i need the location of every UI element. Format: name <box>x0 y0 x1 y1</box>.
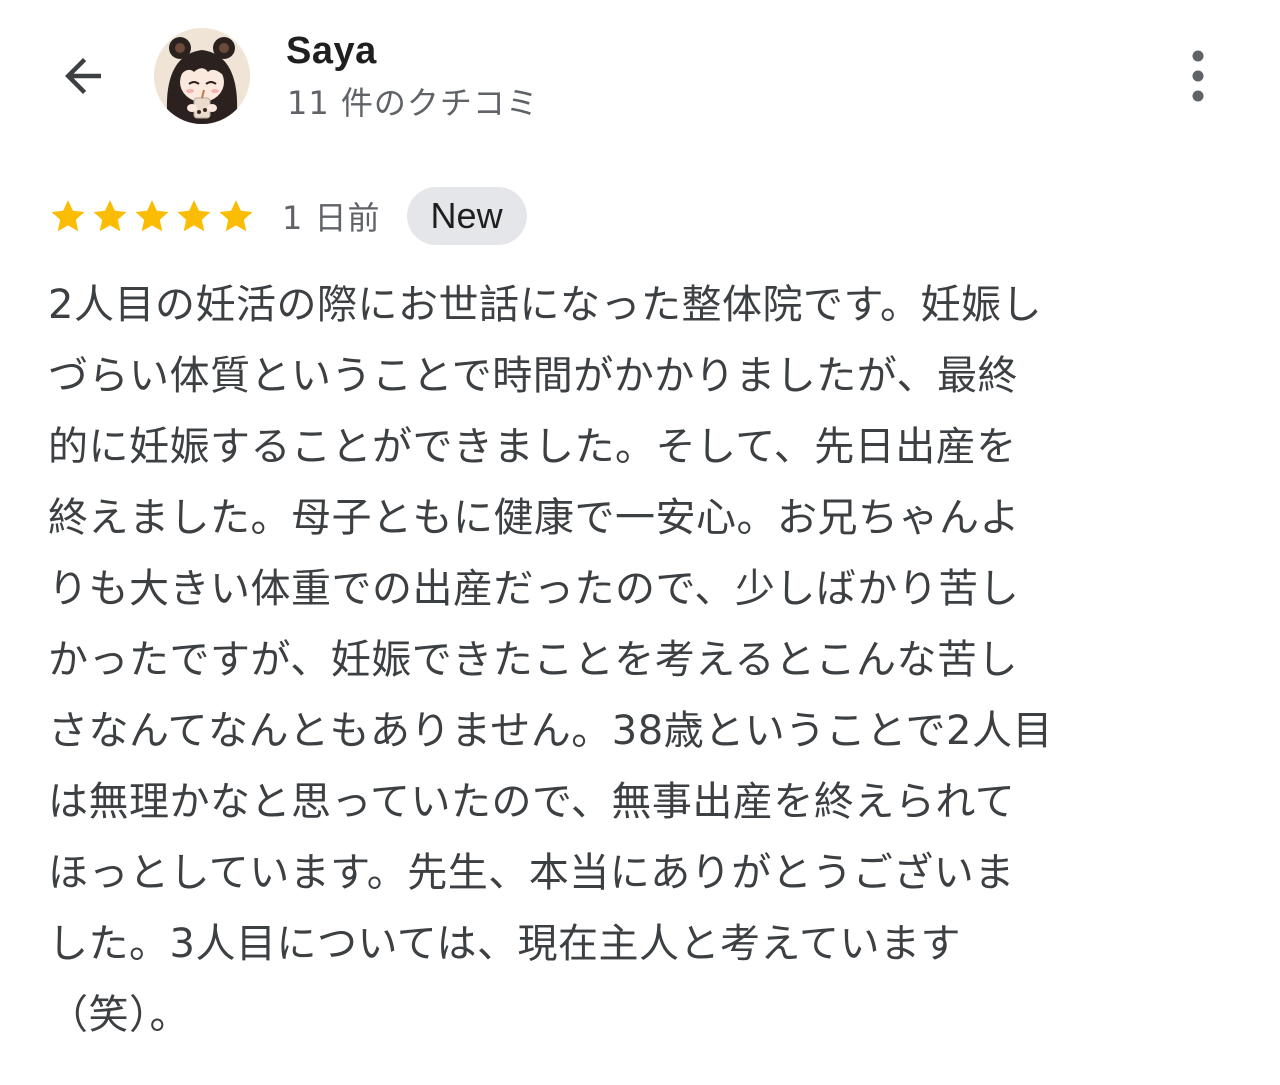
star-icon <box>51 200 85 232</box>
review-text-line: は無理かなと思っていたので、無事出産を終えられて <box>48 779 1016 825</box>
star-icon <box>93 200 127 232</box>
arrow-back-icon <box>65 58 101 94</box>
review-rating-row: 1 日前 New <box>48 186 527 246</box>
review-text: 2人目の妊活の際にお世話になった整体院です。妊娠し づらい体質ということで時間がか… <box>48 270 1248 1051</box>
avatar-image <box>154 28 250 124</box>
review-text-line: さなんてなんともありません。38歳ということで2人目 <box>48 708 1053 754</box>
reviewer-name[interactable]: Saya <box>286 30 377 73</box>
review-header: Saya 11 件のクチコミ <box>0 0 1280 150</box>
review-text-line: 2人目の妊活の際にお世話になった整体院です。妊娠し <box>48 282 1042 328</box>
review-text-line: （笑）。 <box>48 992 190 1038</box>
review-text-line: りも大きい体重での出産だったので、少しばかり苦し <box>48 566 1020 612</box>
star-icon <box>177 200 211 232</box>
review-date: 1 日前 <box>282 199 381 237</box>
back-button[interactable] <box>48 46 118 106</box>
more-options-button[interactable] <box>1172 44 1224 108</box>
review-text-line: 終えました。母子ともに健康で一安心。お兄ちゃんよ <box>48 495 1020 541</box>
review-text-line: した。3人目については、現在主人と考えています <box>48 921 961 967</box>
review-text-line: ほっとしています。先生、本当にありがとうございま <box>48 850 1015 896</box>
review-text-line: かったですが、妊娠できたことを考えるとこんな苦し <box>48 637 1018 683</box>
star-rating <box>48 196 256 236</box>
star-icon <box>135 200 169 232</box>
reviewer-review-count: 11 件のクチコミ <box>287 84 539 122</box>
review-text-line: づらい体質ということで時間がかかりましたが、最終 <box>48 353 1018 399</box>
new-badge: New <box>406 187 527 245</box>
review-text-line: 的に妊娠することができました。そして、先日出産を <box>48 424 1017 470</box>
more-vert-icon <box>1192 50 1204 102</box>
reviewer-avatar[interactable] <box>154 28 250 124</box>
star-icon <box>219 200 253 232</box>
